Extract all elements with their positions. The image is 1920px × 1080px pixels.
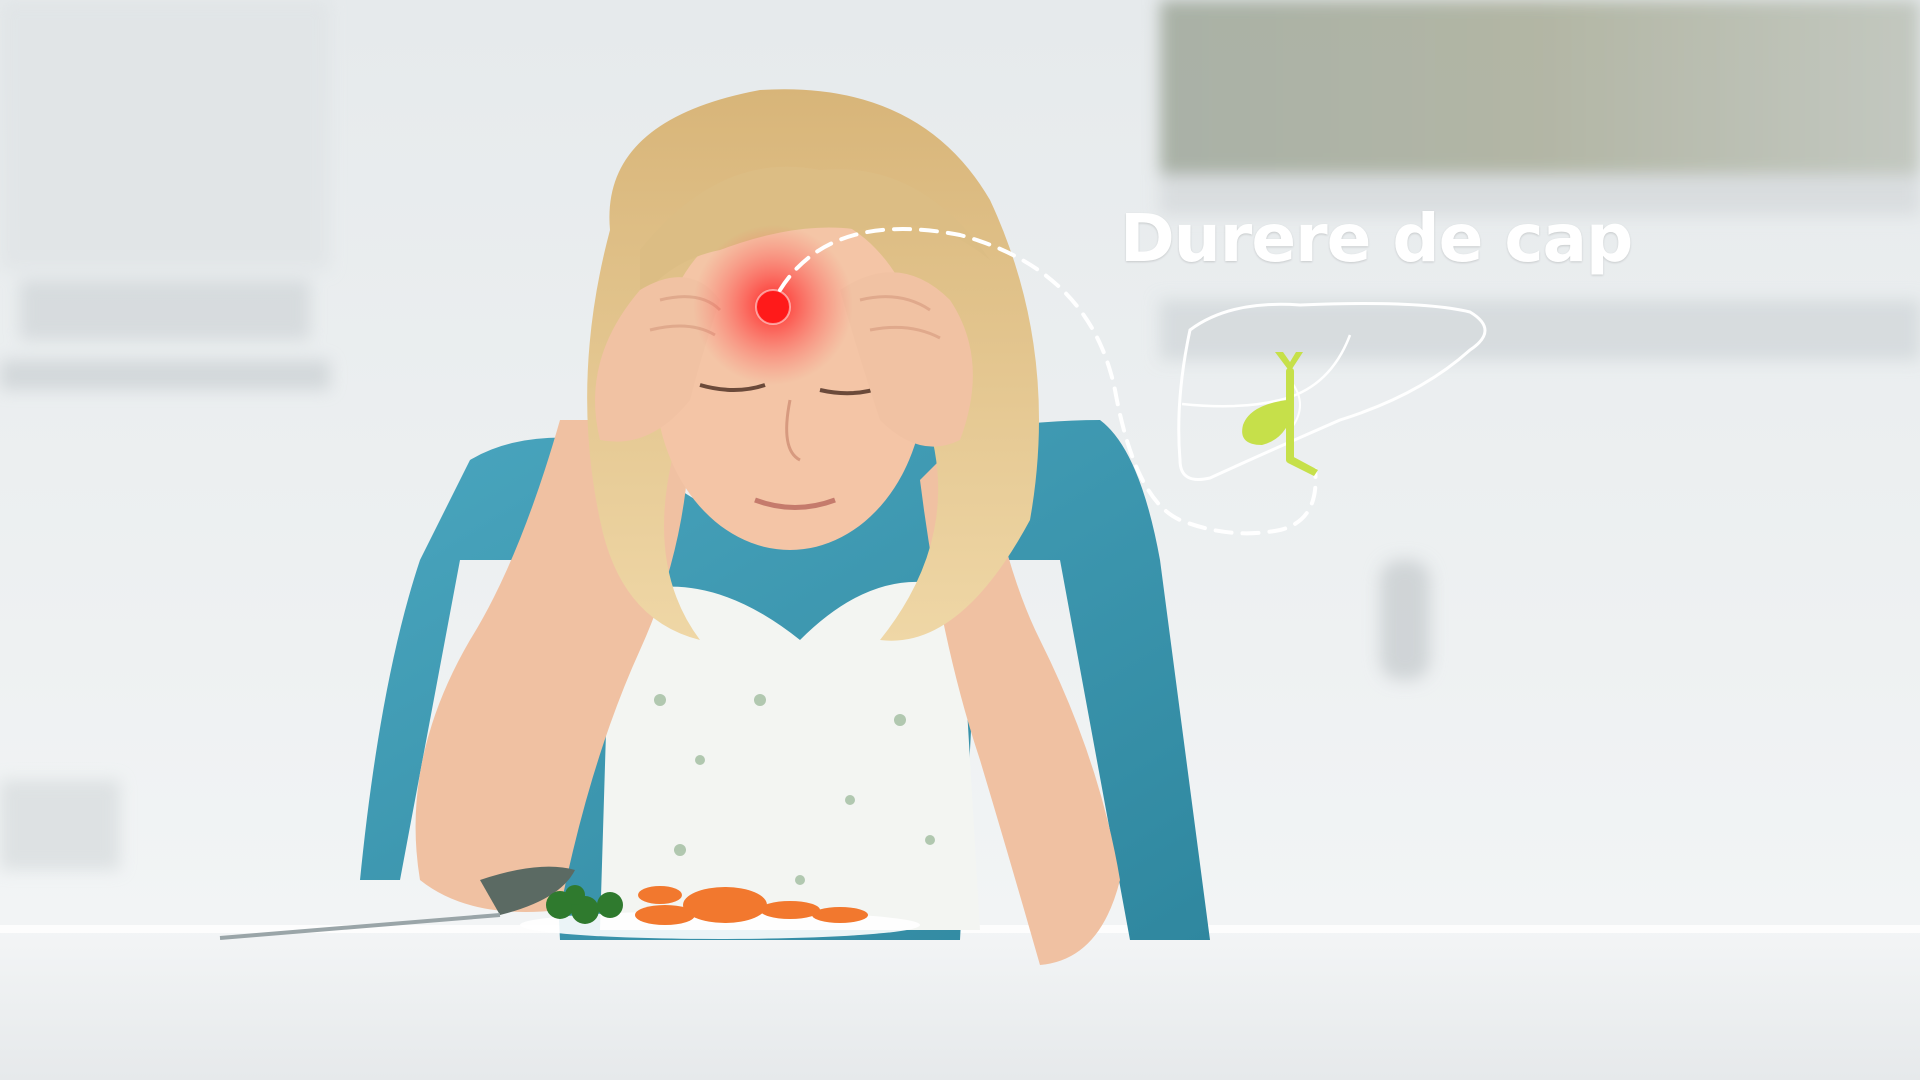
scene: Durere de cap	[0, 0, 1920, 1080]
kitchen-photo	[0, 0, 1920, 1080]
table	[0, 930, 1920, 1080]
caption-title: Durere de cap	[1120, 200, 1633, 277]
